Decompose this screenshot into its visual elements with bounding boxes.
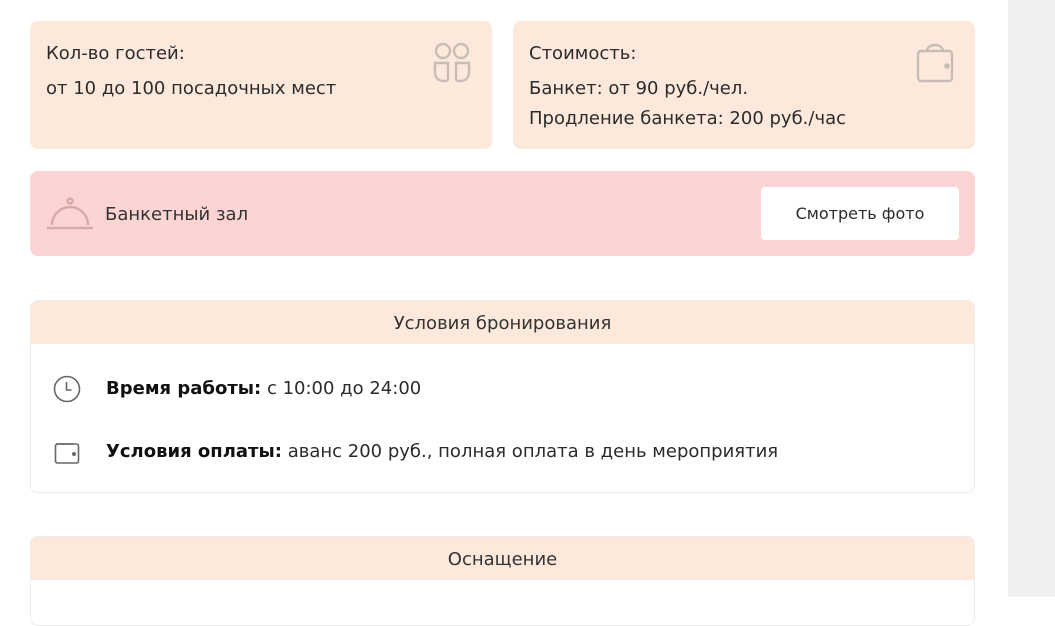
- guests-value: от 10 до 100 посадочных мест: [46, 78, 337, 99]
- payment-terms-value: аванс 200 руб., полная оплата в день мер…: [281, 441, 779, 462]
- booking-conditions-panel: Условия бронирования Время работы: с 10:…: [30, 300, 975, 493]
- cloche-icon: [47, 197, 93, 230]
- working-hours-value: с 10:00 до 24:00: [261, 378, 422, 399]
- scrollbar-track[interactable]: [1008, 0, 1055, 597]
- guests-icon: [433, 42, 471, 83]
- view-photos-button[interactable]: Смотреть фото: [761, 187, 959, 240]
- extension-price: Продление банкета: 200 руб./час: [529, 108, 847, 129]
- equipment-title: Оснащение: [31, 537, 974, 580]
- wallet-icon: [54, 443, 80, 464]
- guests-label: Кол-во гостей:: [46, 43, 185, 64]
- hall-name: Банкетный зал: [105, 204, 249, 225]
- price-card: Стоимость: Банкет: от 90 руб./чел. Продл…: [513, 21, 975, 149]
- equipment-panel: Оснащение: [30, 536, 975, 626]
- booking-conditions-title: Условия бронирования: [31, 301, 974, 344]
- payment-terms-label: Условия оплаты:: [106, 441, 282, 462]
- clock-icon: [53, 375, 81, 403]
- price-label: Стоимость:: [529, 43, 637, 64]
- hall-bar: Банкетный зал Смотреть фото: [30, 171, 975, 256]
- payment-terms-text: Условия оплаты: аванс 200 руб., полная о…: [106, 441, 778, 463]
- payment-terms-row: Условия оплаты: аванс 200 руб., полная о…: [31, 437, 974, 467]
- banquet-price: Банкет: от 90 руб./чел.: [529, 78, 749, 99]
- wallet-bag-icon: [916, 43, 954, 83]
- guests-card: Кол-во гостей: от 10 до 100 посадочных м…: [30, 21, 492, 149]
- working-hours-label: Время работы:: [106, 378, 262, 399]
- working-hours-row: Время работы: с 10:00 до 24:00: [31, 374, 974, 404]
- working-hours-text: Время работы: с 10:00 до 24:00: [106, 378, 421, 400]
